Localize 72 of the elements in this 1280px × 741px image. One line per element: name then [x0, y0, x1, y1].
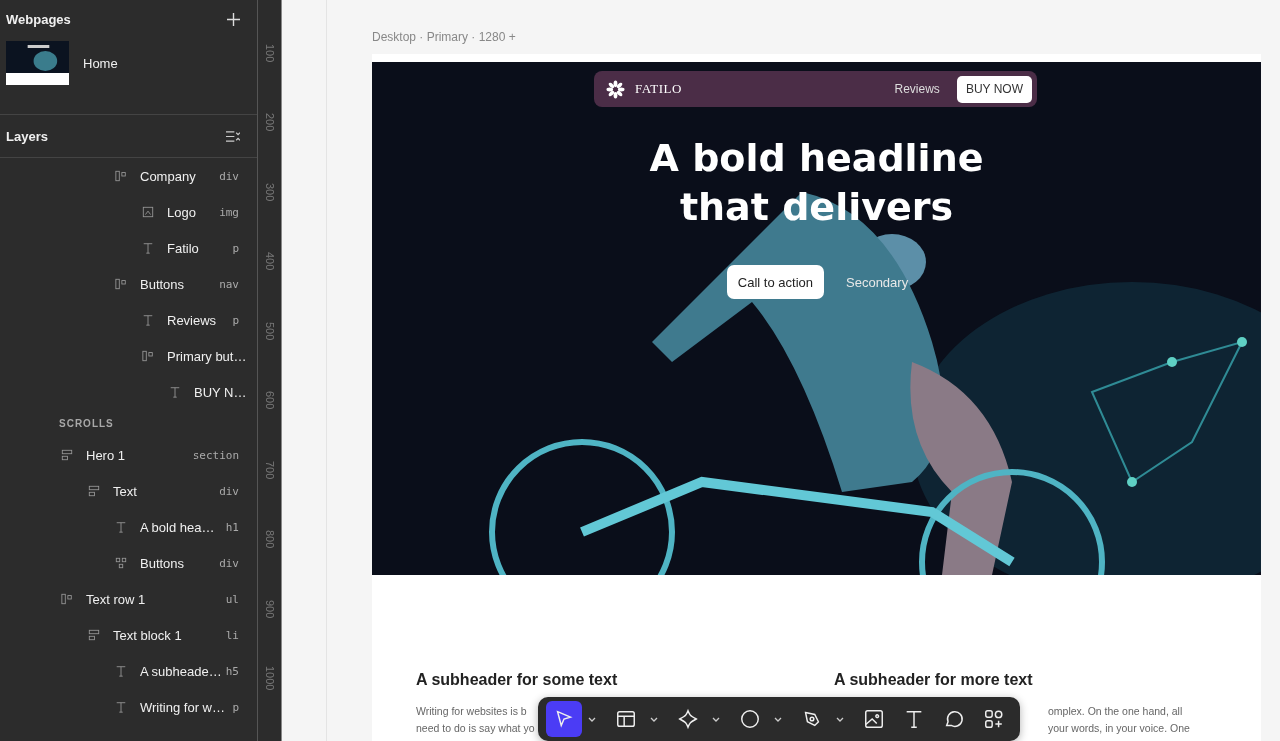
- ruler-label: 300: [263, 182, 276, 201]
- hstack-layer-icon: [115, 278, 127, 290]
- ruler-label: 500: [263, 321, 276, 340]
- caret-icon[interactable]: [774, 716, 782, 722]
- layer-item[interactable]: Text block 1 li: [0, 617, 257, 653]
- call-to-action-button[interactable]: Call to action: [726, 265, 824, 299]
- text-layer-icon: [142, 314, 154, 326]
- paragraph-text: need to do is say what yo: [416, 721, 535, 736]
- component-icon: [677, 708, 699, 730]
- panel-title: Layers: [6, 128, 48, 144]
- pointer-tool[interactable]: [546, 701, 582, 737]
- frame-label: Desktop · Primary · 1280 +: [372, 30, 517, 46]
- hstack-layer-icon: [115, 170, 127, 182]
- subheader: A subheader for some text: [416, 671, 619, 690]
- flower-logo-icon: [606, 79, 625, 99]
- layer-item[interactable]: A subheade… h5: [0, 653, 257, 689]
- brand-name: FATILO: [635, 81, 682, 97]
- hstack-layer-icon: [61, 593, 73, 605]
- layer-item[interactable]: Writing for w… p: [0, 689, 257, 725]
- caret-icon[interactable]: [836, 716, 844, 722]
- layer-item[interactable]: Fatilo p: [0, 230, 257, 266]
- vstack-layer-icon: [88, 629, 100, 641]
- image-layer-icon: [142, 206, 154, 218]
- caret-icon[interactable]: [650, 716, 658, 722]
- hero-headline: A bold headline that delivers: [648, 135, 985, 231]
- layer-item[interactable]: A bold hea… h1: [0, 509, 257, 545]
- layout-icon: [615, 708, 637, 730]
- reviews-link[interactable]: Reviews: [894, 82, 940, 96]
- widgets-icon: [983, 708, 1005, 730]
- paragraph-text: omplex. On the one hand, all: [1048, 704, 1183, 719]
- text-layer-icon: [142, 242, 154, 254]
- text-layer-icon: [115, 521, 127, 533]
- paragraph-text: your words, in your voice. One: [1048, 721, 1190, 736]
- text-layer-icon: [115, 701, 127, 713]
- ruler-label: 400: [263, 252, 276, 271]
- circle-icon: [739, 708, 761, 730]
- vstack-layer-icon: [88, 485, 100, 497]
- layer-item[interactable]: Text row 1 ul: [0, 581, 257, 617]
- ruler-label: 100: [263, 43, 276, 62]
- layer-item[interactable]: Company div: [0, 158, 257, 194]
- grid-layer-icon: [115, 557, 127, 569]
- layer-item[interactable]: Text div: [0, 473, 257, 509]
- layer-item[interactable]: Primary but…: [0, 338, 257, 374]
- hstack-layer-icon: [142, 350, 154, 362]
- ruler-label: 800: [263, 530, 276, 549]
- section-label: SCROLLS: [58, 417, 115, 431]
- collapse-icon[interactable]: [225, 129, 240, 143]
- ruler-label: 1000: [263, 666, 276, 691]
- layer-item[interactable]: Reviews p: [0, 302, 257, 338]
- vstack-layer-icon: [61, 449, 73, 461]
- page-item[interactable]: Home: [0, 38, 257, 88]
- ruler-label: 700: [263, 460, 276, 479]
- layer-item[interactable]: Buttons nav: [0, 266, 257, 302]
- subheader: A subheader for more text: [834, 671, 1034, 690]
- secondary-link[interactable]: Secondary: [846, 274, 909, 290]
- image-icon: [863, 708, 885, 730]
- layer-item[interactable]: BUY N…: [0, 374, 257, 410]
- ruler-label: 600: [263, 391, 276, 410]
- layer-item[interactable]: Logo img: [0, 194, 257, 230]
- add-icon[interactable]: [227, 12, 240, 26]
- caret-icon[interactable]: [712, 716, 720, 722]
- caret-icon[interactable]: [588, 716, 596, 722]
- text-layer-icon: [115, 665, 127, 677]
- buy-now-button[interactable]: BUY NOW: [956, 75, 1032, 103]
- comment-icon: [943, 708, 965, 730]
- panel-title: Webpages: [6, 11, 71, 27]
- layer-item[interactable]: Hero 1 section: [0, 437, 257, 473]
- ruler-label: 200: [263, 113, 276, 132]
- paragraph-text: Writing for websites is b: [416, 704, 527, 719]
- ruler-label: 900: [263, 599, 276, 618]
- text-layer-icon: [169, 386, 181, 398]
- layer-item[interactable]: Buttons div: [0, 545, 257, 581]
